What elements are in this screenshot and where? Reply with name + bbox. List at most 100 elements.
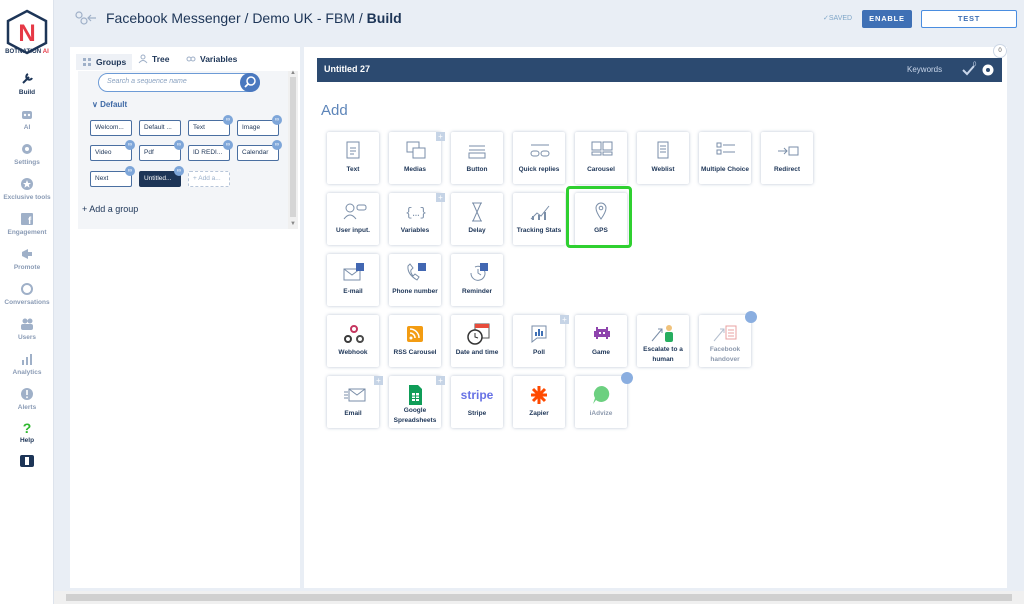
- link-icon: ∞: [125, 140, 135, 150]
- weblist-icon: [657, 141, 669, 159]
- nav-alerts[interactable]: Alerts: [0, 387, 54, 411]
- link-icon: ∞: [272, 115, 282, 125]
- crumb-bot[interactable]: Demo UK - FBM: [252, 10, 355, 26]
- redirect-icon: [778, 146, 799, 156]
- question-icon: ?: [23, 420, 32, 434]
- add-title: Add: [321, 102, 348, 119]
- nav-help[interactable]: ? Help: [0, 420, 54, 444]
- tile-quick-replies[interactable]: Quick replies: [513, 132, 565, 184]
- tile-iadvize[interactable]: iAdvize: [575, 372, 633, 428]
- tree-icon: [138, 54, 148, 64]
- email-fb-icon: [343, 263, 364, 281]
- test-button[interactable]: TEST: [921, 10, 1017, 28]
- phone-fb-icon: [407, 263, 426, 281]
- horizontal-scrollbar[interactable]: [54, 591, 1024, 604]
- tile-variables[interactable]: {…} + Variables: [389, 193, 445, 245]
- crumb-platform[interactable]: Facebook Messenger: [106, 10, 241, 26]
- brand-name: BOTNATION AI: [5, 49, 49, 55]
- tile-medias[interactable]: + Medias: [389, 132, 445, 184]
- tile-zapier[interactable]: Zapier: [513, 376, 565, 428]
- nav-engagement[interactable]: f Engagement: [0, 212, 54, 236]
- variables-tile-icon: {…}: [405, 206, 427, 220]
- tracking-stats-icon: [530, 205, 550, 220]
- tile-user-input[interactable]: User input.: [327, 193, 379, 245]
- link-icon: ∞: [174, 140, 184, 150]
- svg-text:{…}: {…}: [405, 206, 427, 220]
- tile-date-and-time[interactable]: Date and time: [451, 315, 503, 367]
- link-icon: ∞: [223, 140, 233, 150]
- user-input-icon: [343, 203, 367, 220]
- tile-multiple-choice[interactable]: Multiple Choice: [699, 132, 751, 184]
- tile-email-fb[interactable]: E-mail: [327, 254, 379, 306]
- sequence-title[interactable]: Untitled 27: [324, 64, 370, 74]
- tile-facebook-handover[interactable]: Facebook handover: [699, 311, 757, 367]
- chat-icon: [21, 283, 33, 295]
- wrench-icon: [22, 73, 33, 84]
- poll-icon: [531, 325, 547, 344]
- tile-phone-number[interactable]: Phone number: [389, 254, 441, 306]
- reminder-icon: [470, 263, 488, 281]
- tile-escalate-to-human[interactable]: Escalate to a human: [637, 315, 689, 367]
- megaphone-icon: [22, 249, 32, 259]
- tab-variables[interactable]: Variables: [186, 54, 237, 64]
- tile-text[interactable]: Text: [327, 132, 379, 184]
- tile-game[interactable]: Game: [575, 315, 627, 367]
- carousel-icon: [591, 141, 613, 156]
- search-icon: [244, 76, 256, 88]
- intercom-icon[interactable]: [20, 455, 34, 467]
- tab-tree[interactable]: Tree: [138, 54, 170, 64]
- tile-google-spreadsheets[interactable]: + Google Spreadsheets: [389, 376, 445, 428]
- notification-counter[interactable]: 0: [993, 44, 1007, 58]
- tile-button[interactable]: Button: [451, 132, 503, 184]
- sequence-item[interactable]: Welcom...: [90, 120, 132, 136]
- search-button[interactable]: [240, 73, 260, 92]
- tile-poll[interactable]: + Poll: [513, 315, 569, 367]
- tile-reminder[interactable]: Reminder: [451, 254, 503, 306]
- plus-icon: +: [436, 132, 445, 141]
- plus-icon: +: [436, 376, 445, 385]
- tile-redirect[interactable]: Redirect: [761, 132, 813, 184]
- tile-email[interactable]: + Email: [327, 376, 383, 428]
- vertical-scrollbar[interactable]: ▲ ▼: [288, 70, 298, 229]
- nav-users[interactable]: Users: [0, 317, 54, 341]
- svg-text:?: ?: [23, 420, 32, 434]
- multiple-choice-icon: [716, 142, 735, 155]
- keywords-link[interactable]: Keywords: [907, 65, 942, 74]
- add-sequence-button[interactable]: + Add a...: [188, 171, 230, 187]
- tile-carousel[interactable]: Carousel: [575, 132, 627, 184]
- nav-exclusive-tools[interactable]: Exclusive tools: [0, 177, 54, 201]
- tile-delay[interactable]: Delay: [451, 193, 503, 245]
- enable-button[interactable]: ENABLE: [862, 10, 912, 28]
- lock-icon: [745, 311, 757, 323]
- link-icon: ∞: [223, 115, 233, 125]
- sequence-item[interactable]: Default ...: [139, 120, 181, 136]
- tile-webhook[interactable]: Webhook: [327, 315, 379, 367]
- nav-settings[interactable]: Settings: [0, 142, 54, 166]
- group-default-title[interactable]: ∨ Default: [92, 100, 127, 109]
- nav-conversations[interactable]: Conversations: [0, 282, 54, 306]
- tile-stripe[interactable]: stripe Stripe: [451, 376, 503, 428]
- button-icon: [468, 145, 486, 159]
- search-input[interactable]: Search a sequence name: [98, 73, 260, 92]
- zapier-icon: [531, 386, 547, 404]
- link-icon: ∞: [174, 166, 184, 176]
- nav-build[interactable]: Build: [0, 72, 54, 96]
- nav-analytics[interactable]: Analytics: [0, 352, 54, 376]
- users-icon: [21, 318, 33, 330]
- builder-panel: Untitled 27 Keywords 0 Add Text + Medias…: [304, 47, 1007, 588]
- quick-replies-icon: [530, 144, 550, 157]
- tile-tracking-stats[interactable]: Tracking Stats: [513, 193, 565, 245]
- tile-weblist[interactable]: Weblist: [637, 132, 689, 184]
- tile-rss-carousel[interactable]: RSS Carousel: [389, 315, 441, 367]
- nav-promote[interactable]: Promote: [0, 247, 54, 271]
- handover-icon: [713, 325, 737, 342]
- rss-icon: [407, 326, 423, 342]
- link-icon: ∞: [125, 166, 135, 176]
- tab-groups[interactable]: Groups: [76, 54, 133, 70]
- stripe-logo-icon: stripe: [461, 388, 494, 402]
- settings-gear-icon[interactable]: [981, 63, 995, 77]
- flow-back-icon[interactable]: [74, 10, 98, 26]
- google-sheets-icon: [409, 385, 422, 405]
- nav-ai[interactable]: AI: [0, 107, 54, 131]
- add-group-button[interactable]: + Add a group: [82, 204, 138, 214]
